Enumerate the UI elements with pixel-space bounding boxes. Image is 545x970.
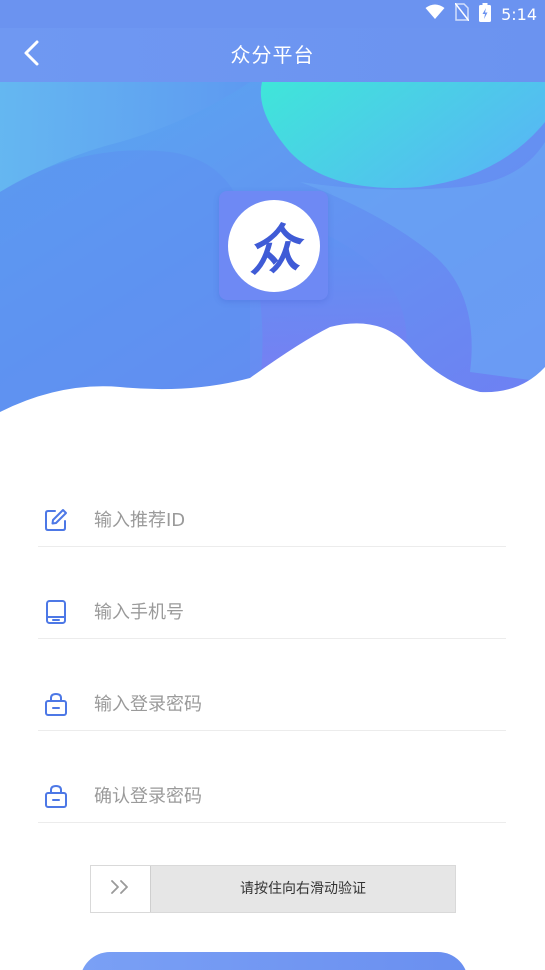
battery-charging-icon xyxy=(479,2,492,26)
submit-button[interactable] xyxy=(80,952,468,970)
register-page: 5:14 众分平台 众 输入推荐ID 输入手机号 请按住向右滑动验证 xyxy=(0,0,545,970)
lock-icon xyxy=(42,782,70,810)
password-row xyxy=(38,678,506,731)
referral-id-row xyxy=(38,494,506,547)
logo-circle: 众 xyxy=(227,199,320,292)
phone-icon xyxy=(42,598,70,626)
lock-icon xyxy=(42,690,70,718)
app-logo: 众 xyxy=(219,191,328,300)
edit-icon xyxy=(42,506,70,534)
slide-verify[interactable]: 请按住向右滑动验证 xyxy=(90,865,456,913)
status-time: 5:14 xyxy=(501,4,537,24)
phone-input[interactable] xyxy=(92,596,496,628)
status-icons: 5:14 xyxy=(425,2,537,26)
no-sim-icon xyxy=(454,2,470,25)
double-chevron-right-icon xyxy=(109,878,133,900)
slider-handle[interactable] xyxy=(91,866,151,912)
wifi-icon xyxy=(425,4,445,24)
password-input[interactable] xyxy=(92,688,496,720)
status-bar: 5:14 xyxy=(0,0,545,28)
confirm-password-input[interactable] xyxy=(92,780,496,812)
slider-text: 请按住向右滑动验证 xyxy=(240,881,366,897)
title-bar: 众分平台 xyxy=(0,28,545,82)
page-title: 众分平台 xyxy=(230,43,315,67)
confirm-password-row xyxy=(38,770,506,823)
logo-glyph: 众 xyxy=(244,217,304,284)
referral-id-input[interactable] xyxy=(92,504,496,536)
phone-row xyxy=(38,586,506,639)
